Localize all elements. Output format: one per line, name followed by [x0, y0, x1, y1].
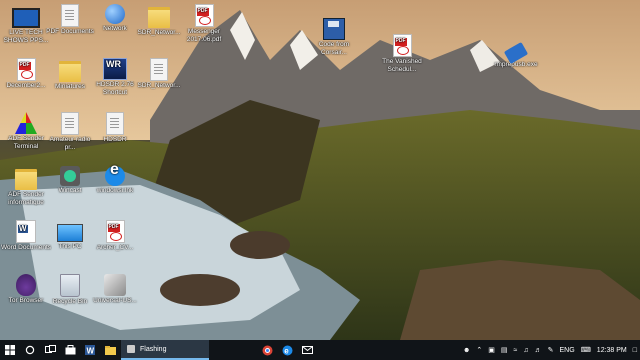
pdf-icon [105, 220, 125, 243]
floppy-icon [323, 18, 345, 40]
desktop-icon-label: SDR_Networ... [137, 82, 181, 89]
search-button[interactable] [20, 340, 40, 360]
app-window-icon [127, 345, 135, 353]
display-icon[interactable]: ▣ [488, 346, 495, 354]
monitor-icon [12, 8, 40, 28]
word-icon: W [85, 345, 95, 355]
task-view-icon [44, 345, 56, 353]
system-tray: ☻ ⌃ ▣ ▤ ≈ ♫ ♬ ✎ ENG ⌨ 12:38 PM □ [460, 340, 640, 360]
recycle-bin-icon [60, 274, 80, 297]
taskbar-app-flashing[interactable]: Flashing [121, 340, 209, 360]
taskbar: W Flashing e ☻ ⌃ ▣ ▤ ≈ ♫ ♬ ✎ ENG ⌨ 12:38… [0, 340, 640, 360]
desktop-icon-label: The Vanished Schedul... [382, 58, 422, 73]
document-icon [61, 4, 79, 27]
desktop-icon-usb-tool[interactable]: rmprepusb.exe [490, 40, 542, 69]
desktop-icon-archer-cv[interactable]: Archer_CV... [89, 220, 141, 252]
taskbar-app-chrome[interactable] [257, 340, 277, 360]
desktop-icon-label: Archer_CV... [96, 244, 134, 251]
speaker-icon[interactable]: ♬ [535, 347, 542, 354]
document-icon [61, 112, 79, 135]
search-icon [25, 345, 35, 355]
desktop-icon-windows-ie[interactable]: windowsi.lnk [89, 166, 141, 195]
desktop-icon-label: Universal-US... [93, 297, 137, 304]
edge-icon: e [282, 345, 292, 355]
pdf-icon [392, 34, 412, 57]
keyboard-icon[interactable]: ⌨ [581, 346, 591, 354]
chrome-icon [262, 345, 272, 355]
taskbar-app-mail[interactable] [297, 340, 317, 360]
tor-icon [16, 274, 36, 296]
document-icon [106, 112, 124, 135]
desktop-wallpaper: LIVE TECH SHOWS PPS... PDF Documents Net… [0, 0, 640, 340]
task-view-button[interactable] [40, 340, 60, 360]
taskbar-app-explorer[interactable] [100, 340, 120, 360]
action-center-icon[interactable]: □ [633, 347, 637, 354]
desktop-icon-hdsdr[interactable]: HDSDR [89, 112, 141, 144]
taskbar-app-label: Flashing [140, 345, 167, 353]
desktop-icon-code-from-corsair[interactable]: Code from Corsair... [308, 18, 360, 56]
desktop-icon-the-vanished-pdf[interactable]: The Vanished Schedul... [376, 34, 428, 73]
svg-text:W: W [87, 347, 95, 356]
computer-icon [57, 224, 83, 242]
network-status-icon[interactable]: ▤ [501, 346, 508, 354]
installer-icon [104, 274, 126, 296]
desktop-icon-label: Code from Corsair... [318, 41, 350, 56]
desktop-icon-messenger-pdf[interactable]: Messenger 2017.06.pdf [178, 4, 230, 43]
svg-text:e: e [284, 346, 289, 355]
folder-icon [104, 345, 116, 355]
pen-icon[interactable]: ✎ [548, 346, 554, 354]
folder-icon [15, 169, 37, 190]
wr-icon [103, 58, 127, 80]
show-hidden-icons-chevron-icon[interactable]: ⌃ [476, 346, 482, 354]
language-indicator[interactable]: ENG [560, 347, 575, 354]
person-icon[interactable]: ☻ [463, 347, 470, 354]
desktop-icon-sdr-network-2[interactable]: SDR_Networ... [133, 58, 185, 90]
clock[interactable]: 12:38 PM [597, 347, 627, 354]
word-icon [16, 220, 36, 243]
desktop-icon-label: rmprepusb.exe [494, 61, 538, 68]
desktop-icon-universal-usb[interactable]: Universal-US... [89, 274, 141, 305]
mail-icon [301, 346, 313, 354]
document-icon [150, 58, 168, 81]
volume-icon[interactable]: ♫ [523, 347, 528, 354]
folder-icon [59, 61, 81, 82]
pdf-icon [194, 4, 214, 27]
network-icon [105, 4, 125, 24]
taskbar-app-store[interactable] [60, 340, 80, 360]
wifi-icon[interactable]: ≈ [514, 347, 518, 354]
folder-icon [148, 7, 170, 28]
desktop-icon-label: HDSDR [103, 136, 127, 143]
internet-explorer-icon [105, 166, 125, 186]
taskbar-app-edge[interactable]: e [277, 340, 297, 360]
start-button[interactable] [0, 340, 20, 360]
windows-logo-icon [5, 345, 15, 355]
desktop-icon-label: Messenger 2017.06.pdf [186, 28, 222, 43]
taskbar-app-word[interactable]: W [80, 340, 100, 360]
device-icon [60, 166, 80, 186]
desktop-icon-label: windowsi.lnk [96, 187, 134, 194]
pdf-icon [16, 58, 36, 81]
store-icon [65, 345, 75, 355]
adf-icon [15, 112, 37, 134]
